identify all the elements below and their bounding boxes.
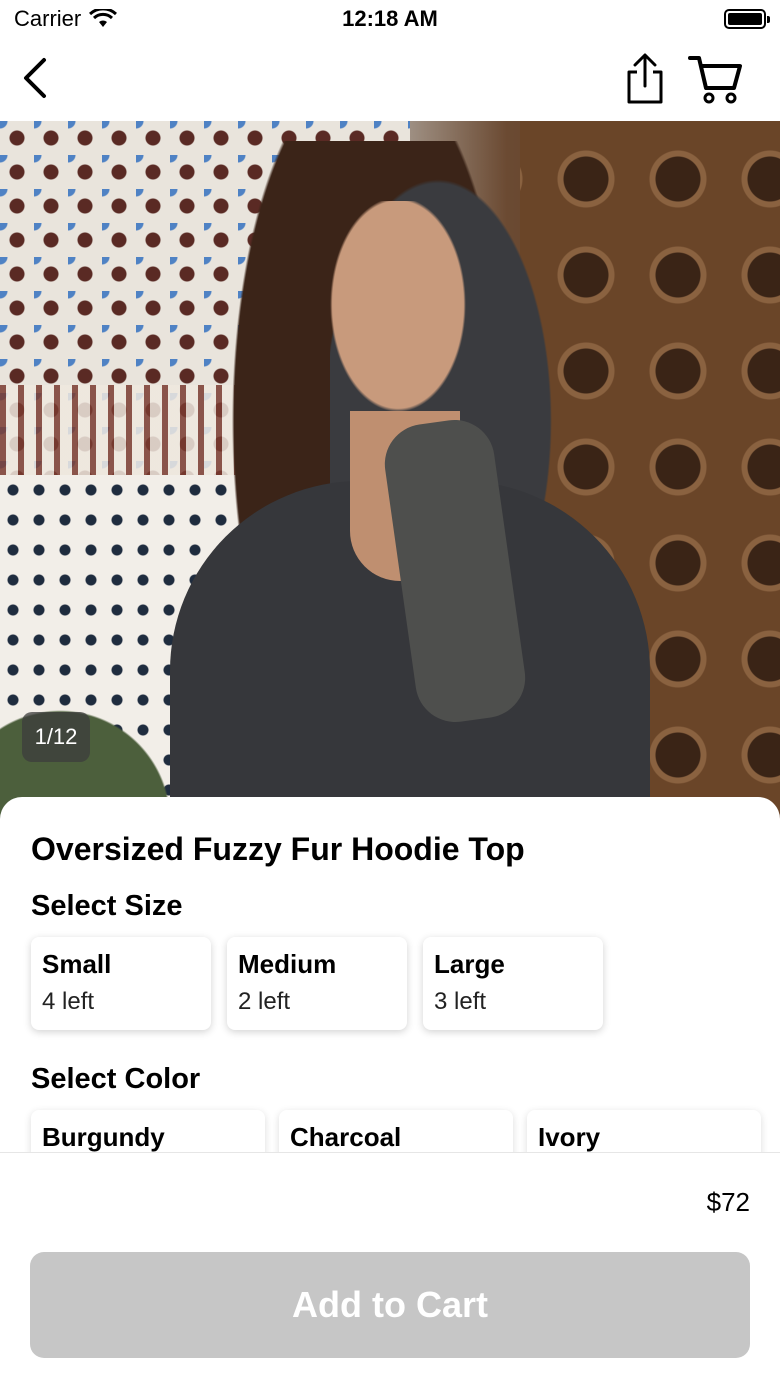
cart-icon bbox=[688, 56, 742, 104]
status-bar: Carrier 12:18 AM bbox=[0, 0, 780, 40]
product-title: Oversized Fuzzy Fur Hoodie Top bbox=[31, 831, 525, 867]
back-button[interactable] bbox=[18, 56, 58, 100]
color-section-title: Select Color bbox=[31, 1063, 201, 1095]
size-option-small[interactable]: Small 4 left bbox=[31, 937, 211, 1030]
battery-icon bbox=[724, 9, 770, 29]
share-icon bbox=[627, 53, 663, 104]
add-to-cart-button[interactable]: Add to Cart bbox=[30, 1252, 750, 1358]
nav-bar bbox=[0, 40, 780, 121]
share-button[interactable] bbox=[622, 52, 668, 106]
model-face bbox=[318, 201, 478, 431]
color-name: Burgundy bbox=[42, 1122, 165, 1152]
size-section-title: Select Size bbox=[31, 890, 183, 922]
checkout-bar: $72 Add to Cart bbox=[0, 1152, 780, 1387]
size-stock: 4 left bbox=[42, 988, 95, 1015]
product-image-carousel[interactable]: 1/12 bbox=[0, 121, 780, 821]
size-stock: 2 left bbox=[238, 988, 291, 1015]
size-name: Medium bbox=[238, 949, 337, 979]
chevron-left-icon bbox=[24, 58, 46, 98]
image-counter: 1/12 bbox=[22, 712, 90, 762]
size-option-large[interactable]: Large 3 left bbox=[423, 937, 603, 1030]
size-stock: 3 left bbox=[434, 988, 487, 1015]
product-price: $72 bbox=[706, 1187, 750, 1217]
size-name: Large bbox=[434, 949, 505, 979]
size-option-medium[interactable]: Medium 2 left bbox=[227, 937, 407, 1030]
color-name: Charcoal bbox=[290, 1122, 402, 1152]
status-time: 12:18 AM bbox=[342, 6, 438, 31]
cart-button[interactable] bbox=[688, 52, 744, 106]
color-name: Ivory bbox=[538, 1122, 601, 1152]
size-name: Small bbox=[42, 949, 112, 979]
